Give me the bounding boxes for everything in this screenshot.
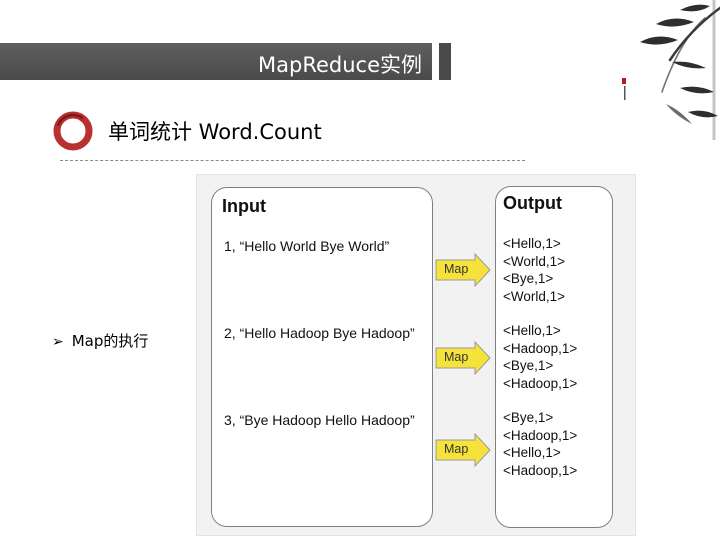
- output-pair: <Hello,1>: [503, 323, 561, 338]
- output-pair: <Hello,1>: [503, 236, 561, 251]
- input-header: Input: [222, 196, 266, 216]
- slide-title: MapReduce实例: [258, 53, 422, 77]
- map-label: Map: [444, 442, 469, 456]
- input-panel: Input 1, “Hello World Bye World” 2, “Hel…: [211, 187, 433, 527]
- bullet-item: ➢ Map的执行: [52, 330, 148, 351]
- output-pair: <Bye,1>: [503, 410, 554, 425]
- map-label: Map: [444, 350, 469, 364]
- input-line: 3, “Bye Hadoop Hello Hadoop”: [224, 412, 415, 428]
- output-pair: <Hello,1>: [503, 445, 561, 460]
- output-pair: <World,1>: [503, 288, 566, 304]
- section-heading: 单词统计 Word.Count: [108, 120, 322, 144]
- map-arrow: Map: [435, 340, 491, 376]
- output-group: <Hello,1> <World,1> <Bye,1> <World,1>: [503, 235, 565, 305]
- title-bar-end-block: [439, 43, 451, 80]
- map-arrow: Map: [435, 432, 491, 468]
- dashed-divider: [60, 160, 525, 161]
- output-group: <Bye,1> <Hadoop,1> <Hello,1> <Hadoop,1>: [503, 409, 577, 479]
- output-header: Output: [503, 193, 562, 213]
- bullet-text: Map的执行: [71, 332, 149, 350]
- bamboo-decoration: [622, 0, 720, 140]
- output-group: <Hello,1> <Hadoop,1> <Bye,1> <Hadoop,1>: [503, 322, 577, 392]
- mapreduce-diagram: Input 1, “Hello World Bye World” 2, “Hel…: [196, 174, 636, 536]
- output-pair: <Bye,1>: [503, 271, 554, 286]
- output-pair: <Hadoop,1>: [503, 375, 578, 391]
- ring-icon: [53, 111, 93, 151]
- title-bar: MapReduce实例: [0, 43, 432, 80]
- output-pair: <Hadoop,1>: [503, 427, 578, 443]
- output-pair: <Hadoop,1>: [503, 340, 578, 356]
- output-pair: <World,1>: [503, 253, 566, 269]
- output-pair: <Hadoop,1>: [503, 462, 578, 478]
- map-label: Map: [444, 262, 469, 276]
- input-line: 1, “Hello World Bye World”: [224, 238, 390, 254]
- bullet-arrow-icon: ➢: [52, 334, 64, 350]
- output-pair: <Bye,1>: [503, 358, 554, 373]
- input-line: 2, “Hello Hadoop Bye Hadoop”: [224, 325, 415, 341]
- map-arrow: Map: [435, 252, 491, 288]
- output-panel: Output <Hello,1> <World,1> <Bye,1> <Worl…: [495, 186, 613, 528]
